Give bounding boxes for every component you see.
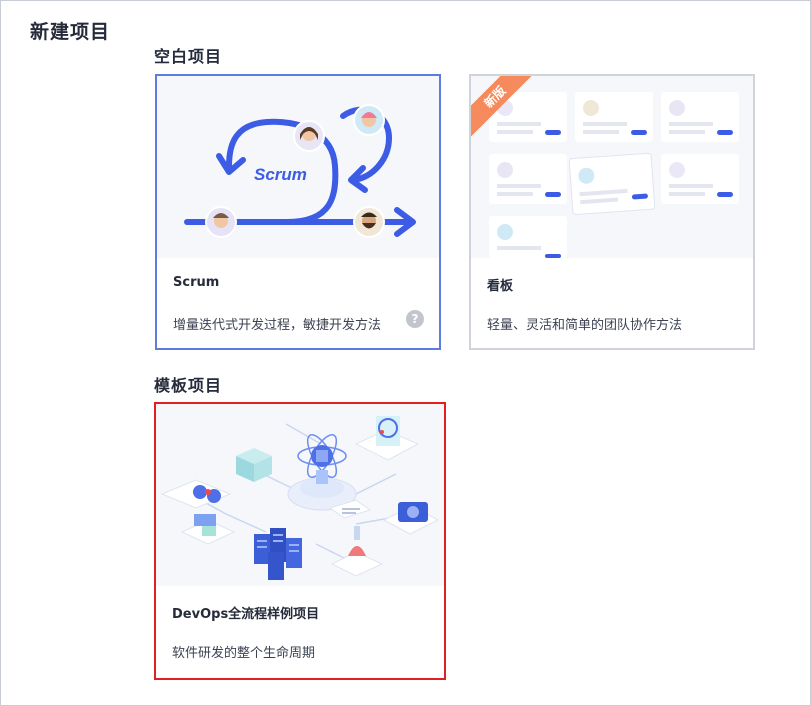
- camera-icon: [382, 502, 440, 535]
- section-title-template: 模板项目: [154, 376, 223, 395]
- monitor-dial-icon: [354, 416, 420, 461]
- kanban-card-description: 轻量、灵活和简单的团队协作方法: [487, 318, 683, 333]
- avatar-man-left-icon: [205, 206, 237, 238]
- section-title-blank: 空白项目: [154, 47, 223, 66]
- help-icon[interactable]: ?: [406, 310, 424, 328]
- scrum-illustration: Scrum: [157, 76, 439, 258]
- kanban-task-card: [661, 154, 739, 204]
- kanban-task-card: [661, 92, 739, 142]
- scrum-project-card[interactable]: Scrum Scrum 增量迭代式开发过程，敏捷开发方法 ?: [155, 74, 441, 350]
- device-icon: [180, 514, 236, 545]
- kanban-task-card: [489, 216, 567, 258]
- avatar-man-pink-hair-icon: [353, 104, 385, 136]
- scrum-illustration-label: Scrum: [254, 165, 307, 184]
- kanban-project-card[interactable]: 新版 看板 轻量、灵活和简单的团队协作方法: [469, 74, 755, 350]
- devops-card-description: 软件研发的整个生命周期: [172, 646, 316, 661]
- page-title: 新建项目: [30, 21, 111, 43]
- atom-hub-icon: [287, 433, 357, 511]
- scrum-card-title: Scrum: [173, 275, 220, 290]
- kanban-task-card: [489, 154, 567, 204]
- kanban-card-title: 看板: [487, 279, 514, 294]
- kanban-illustration: 新版: [471, 76, 753, 258]
- devops-card-title: DevOps全流程样例项目: [172, 607, 320, 622]
- scrum-card-description: 增量迭代式开发过程，敏捷开发方法: [173, 318, 382, 333]
- flask-icon: [330, 526, 384, 577]
- devops-template-card[interactable]: DevOps全流程样例项目 软件研发的整个生命周期: [154, 402, 446, 680]
- avatar-man-beard-icon: [353, 206, 385, 238]
- cube-icon: [236, 448, 272, 482]
- server-racks-icon: [254, 528, 302, 580]
- kanban-task-card-dragging: [568, 152, 656, 216]
- pipeline-icon: [160, 479, 232, 509]
- kanban-task-card: [575, 92, 653, 142]
- devops-illustration: [156, 404, 444, 586]
- avatar-woman-icon: [293, 120, 325, 152]
